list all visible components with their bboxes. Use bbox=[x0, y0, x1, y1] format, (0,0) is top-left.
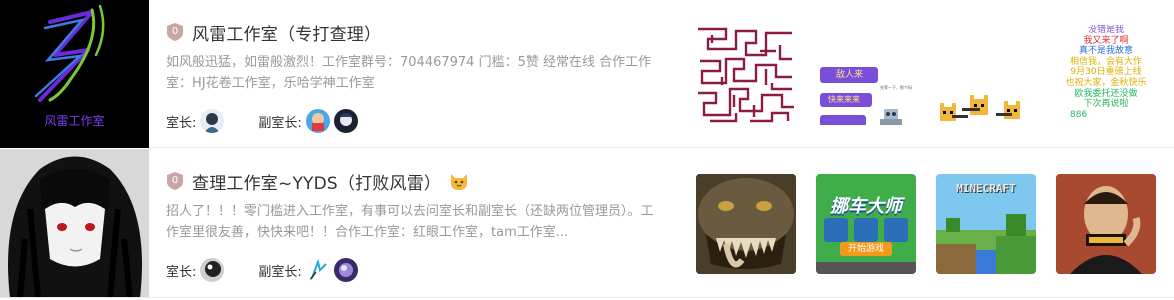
cover-caption: 风雷工作室 bbox=[44, 114, 105, 128]
parking-game-title: 挪车大师 bbox=[830, 196, 902, 217]
studio-title[interactable]: 查理工作室~YYDS（打败风雷） bbox=[192, 169, 441, 194]
managers: 室长: 副室长: bbox=[166, 257, 362, 283]
studio-info: 0 查理工作室~YYDS（打败风雷） 招人了！！！零门槛进入工作室，有事可以去问… bbox=[166, 149, 666, 297]
text-line: 下次再说啦 bbox=[1083, 99, 1129, 110]
studio-cover-image[interactable]: 风雷工作室 bbox=[0, 0, 149, 148]
text-line: 相信我，会有大作 bbox=[1069, 56, 1142, 67]
work-thumbnail-parking[interactable]: 挪车大师 开始游戏 bbox=[816, 174, 916, 274]
studio-list: 风雷工作室 0 风雷工作室（专打查理） 如风般迅猛，如雷般激烈！工作室群号：70… bbox=[0, 0, 1174, 300]
owner-avatar[interactable] bbox=[200, 109, 225, 133]
maze-pattern-icon bbox=[696, 25, 796, 125]
blocky-landscape-icon bbox=[936, 214, 1036, 274]
studio-title[interactable]: 风雷工作室（专打查理） bbox=[192, 20, 381, 45]
title-line: 0 查理工作室~YYDS（打败风雷） bbox=[166, 169, 469, 194]
man-portrait-icon bbox=[1056, 174, 1156, 274]
level-badge: 0 bbox=[166, 171, 184, 191]
work-thumbnail-cats[interactable] bbox=[936, 25, 1036, 125]
text-line: 没错是我 bbox=[1087, 25, 1124, 35]
level-number: 0 bbox=[171, 175, 179, 186]
works-gallery: 挪车大师 开始游戏 MINECRAFT bbox=[696, 174, 1174, 274]
work-thumbnail-portrait[interactable] bbox=[1056, 174, 1156, 274]
text-line: 欧我委托还没做 bbox=[1074, 88, 1138, 99]
beast-monster-icon bbox=[696, 174, 796, 274]
studio-description: 招人了！！！零门槛进入工作室，有事可以去问室长和副室长（还缺两位管理员）。工作室… bbox=[166, 204, 654, 240]
managers: 室长: 副室长: bbox=[166, 108, 362, 134]
text-line: 也祝大家，金秋快乐 bbox=[1065, 77, 1147, 88]
studio-card[interactable]: 0 查理工作室~YYDS（打败风雷） 招人了！！！零门槛进入工作室，有事可以去问… bbox=[0, 149, 1174, 298]
deputy-label: 副室长: bbox=[258, 264, 302, 280]
game-caption: 先等一下，那个码 bbox=[880, 85, 913, 91]
studio-card[interactable]: 风雷工作室 0 风雷工作室（专打查理） 如风般迅猛，如雷般激烈！工作室群号：70… bbox=[0, 0, 1174, 148]
anime-girl-portrait-icon bbox=[0, 149, 149, 297]
text-line: 9月30日重磅上线 bbox=[1070, 67, 1142, 78]
studio-description: 如风般迅猛，如雷般激烈！工作室群号：704467974 门槛：5赞 经常在线 合… bbox=[166, 55, 652, 91]
cat-face-icon bbox=[451, 174, 468, 190]
work-thumbnail-minecraft[interactable]: MINECRAFT bbox=[936, 174, 1036, 274]
start-game-button: 开始游戏 bbox=[840, 242, 892, 256]
deputy-label: 副室长: bbox=[258, 115, 302, 131]
robot-character-icon bbox=[880, 109, 902, 125]
studio-cover-image[interactable] bbox=[0, 149, 149, 297]
work-thumbnail-maze[interactable] bbox=[696, 25, 796, 125]
level-number: 0 bbox=[171, 26, 179, 37]
parking-icons bbox=[824, 218, 908, 244]
works-gallery: 敌人来 快来来来 跑跑 先等一下，那个码 没错是我 我又来了啊 真不是我故意 相… bbox=[696, 25, 1174, 125]
game-button-1: 敌人来 bbox=[820, 67, 878, 83]
game-button-2: 快来来来 bbox=[820, 93, 872, 107]
pixel-cats-icon bbox=[940, 95, 1020, 121]
deputy-avatar-1[interactable] bbox=[305, 258, 330, 282]
deputy-avatar-1[interactable] bbox=[305, 109, 330, 133]
text-line: 真不是我故意 bbox=[1078, 46, 1133, 57]
deputy-avatar-2[interactable] bbox=[333, 109, 358, 133]
studio-info: 0 风雷工作室（专打查理） 如风般迅猛，如雷般激烈！工作室群号：70446797… bbox=[166, 0, 666, 148]
text-line: 886 bbox=[1070, 109, 1088, 120]
game-button-3: 跑跑 bbox=[820, 115, 866, 125]
title-line: 0 风雷工作室（专打查理） bbox=[166, 20, 381, 45]
deputy-avatar-2[interactable] bbox=[333, 258, 358, 282]
work-thumbnail-game[interactable]: 敌人来 快来来来 跑跑 先等一下，那个码 bbox=[816, 25, 916, 125]
work-thumbnail-text[interactable]: 没错是我 我又来了啊 真不是我故意 相信我，会有大作 9月30日重磅上线 也祝大… bbox=[1056, 25, 1174, 125]
level-badge: 0 bbox=[166, 22, 184, 42]
text-line: 我又来了啊 bbox=[1083, 35, 1129, 46]
work-thumbnail-beast[interactable] bbox=[696, 174, 796, 274]
owner-label: 室长: bbox=[166, 115, 197, 131]
text-lines: 没错是我 我又来了啊 真不是我故意 相信我，会有大作 9月30日重磅上线 也祝大… bbox=[1056, 25, 1156, 120]
owner-label: 室长: bbox=[166, 264, 197, 280]
owner-avatar[interactable] bbox=[200, 258, 225, 282]
